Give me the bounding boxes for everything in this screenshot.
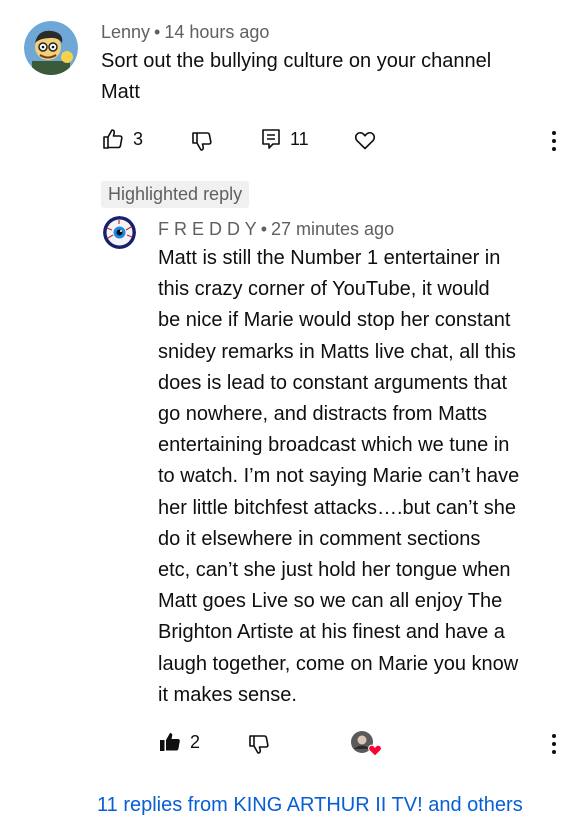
reply-author[interactable]: F R E D D Y <box>158 219 257 239</box>
dislike-button[interactable] <box>190 129 214 153</box>
reply-text-line: this crazy corner of YouTube, it would <box>158 278 490 301</box>
meta-separator: • <box>260 219 267 239</box>
comment-text-line: Sort out the bullying culture on your ch… <box>101 50 492 72</box>
reply-text-line: does is lead to constant arguments that <box>158 371 508 394</box>
comment-time: 14 hours ago <box>164 22 270 42</box>
avatar-lenny[interactable] <box>24 21 78 75</box>
avatar-image <box>24 21 78 75</box>
more-button[interactable] <box>550 131 558 151</box>
like-button[interactable]: 3 <box>101 127 143 151</box>
reply-count: 11 <box>290 128 309 149</box>
eyeball-icon <box>103 216 136 249</box>
reply-more-button[interactable] <box>550 734 558 754</box>
reply-text-line: etc, can’t she just hold her tongue when <box>158 559 511 582</box>
like-filled-icon <box>160 733 180 751</box>
reply-text-line: her little bitchfest attacks….but can’t … <box>158 496 516 519</box>
like-count: 3 <box>133 128 144 149</box>
heart-icon <box>354 131 376 150</box>
reply-text-line: go nowhere, and distracts from Matts <box>158 403 488 426</box>
reply-icon <box>262 129 280 149</box>
reply-text-line: snidey remarks in Matts live chat, all t… <box>158 340 516 363</box>
view-replies-link[interactable]: 11 replies from KING ARTHUR II TV! and o… <box>97 794 523 817</box>
comment-text: Sort out the bullying culture on your ch… <box>101 46 491 108</box>
reply-text-line: it makes sense. <box>158 683 297 706</box>
reply-time: 27 minutes ago <box>271 219 395 239</box>
reply-text-line: Matt is still the Number 1 entertainer i… <box>158 247 501 269</box>
reply-button[interactable]: 11 <box>260 127 309 151</box>
reply-text-line: Brighton Artiste at his finest and have … <box>158 621 505 644</box>
reply-like-button[interactable]: 2 <box>158 730 200 754</box>
reply-text-line: laugh together, come on Marie you know <box>158 652 519 675</box>
reply-meta: F R E D D Y • 27 minutes ago <box>158 219 394 240</box>
avatar-freddy[interactable] <box>103 216 136 249</box>
reply-text-line: be nice if Marie would stop her constant <box>158 309 511 332</box>
reply-text-line: Matt goes Live so we can all enjoy The <box>158 590 503 613</box>
like-icon <box>103 129 123 149</box>
more-icon <box>552 131 556 135</box>
heart-button[interactable] <box>353 128 377 152</box>
reply-text: Matt is still the Number 1 entertainer i… <box>158 243 519 711</box>
meta-separator: • <box>154 22 161 42</box>
reply-like-count: 2 <box>190 731 201 752</box>
more-icon <box>552 734 556 738</box>
dislike-icon <box>249 735 269 754</box>
comment-text-line: Matt <box>101 81 140 104</box>
reply-text-line: entertaining broadcast which we tune in <box>158 434 510 457</box>
reply-dislike-button[interactable] <box>247 732 271 756</box>
creator-heart <box>350 730 382 758</box>
comment-author[interactable]: Lenny <box>101 22 150 42</box>
comment-meta: Lenny • 14 hours ago <box>101 22 269 43</box>
reply-text-line: do it elsewhere in comment sections <box>158 527 481 550</box>
highlighted-reply-badge: Highlighted reply <box>101 181 250 208</box>
creator-heart-icon <box>351 731 382 757</box>
dislike-icon <box>192 132 212 151</box>
reply-text-line: to watch. I’m not saying Marie can’t hav… <box>158 465 520 488</box>
